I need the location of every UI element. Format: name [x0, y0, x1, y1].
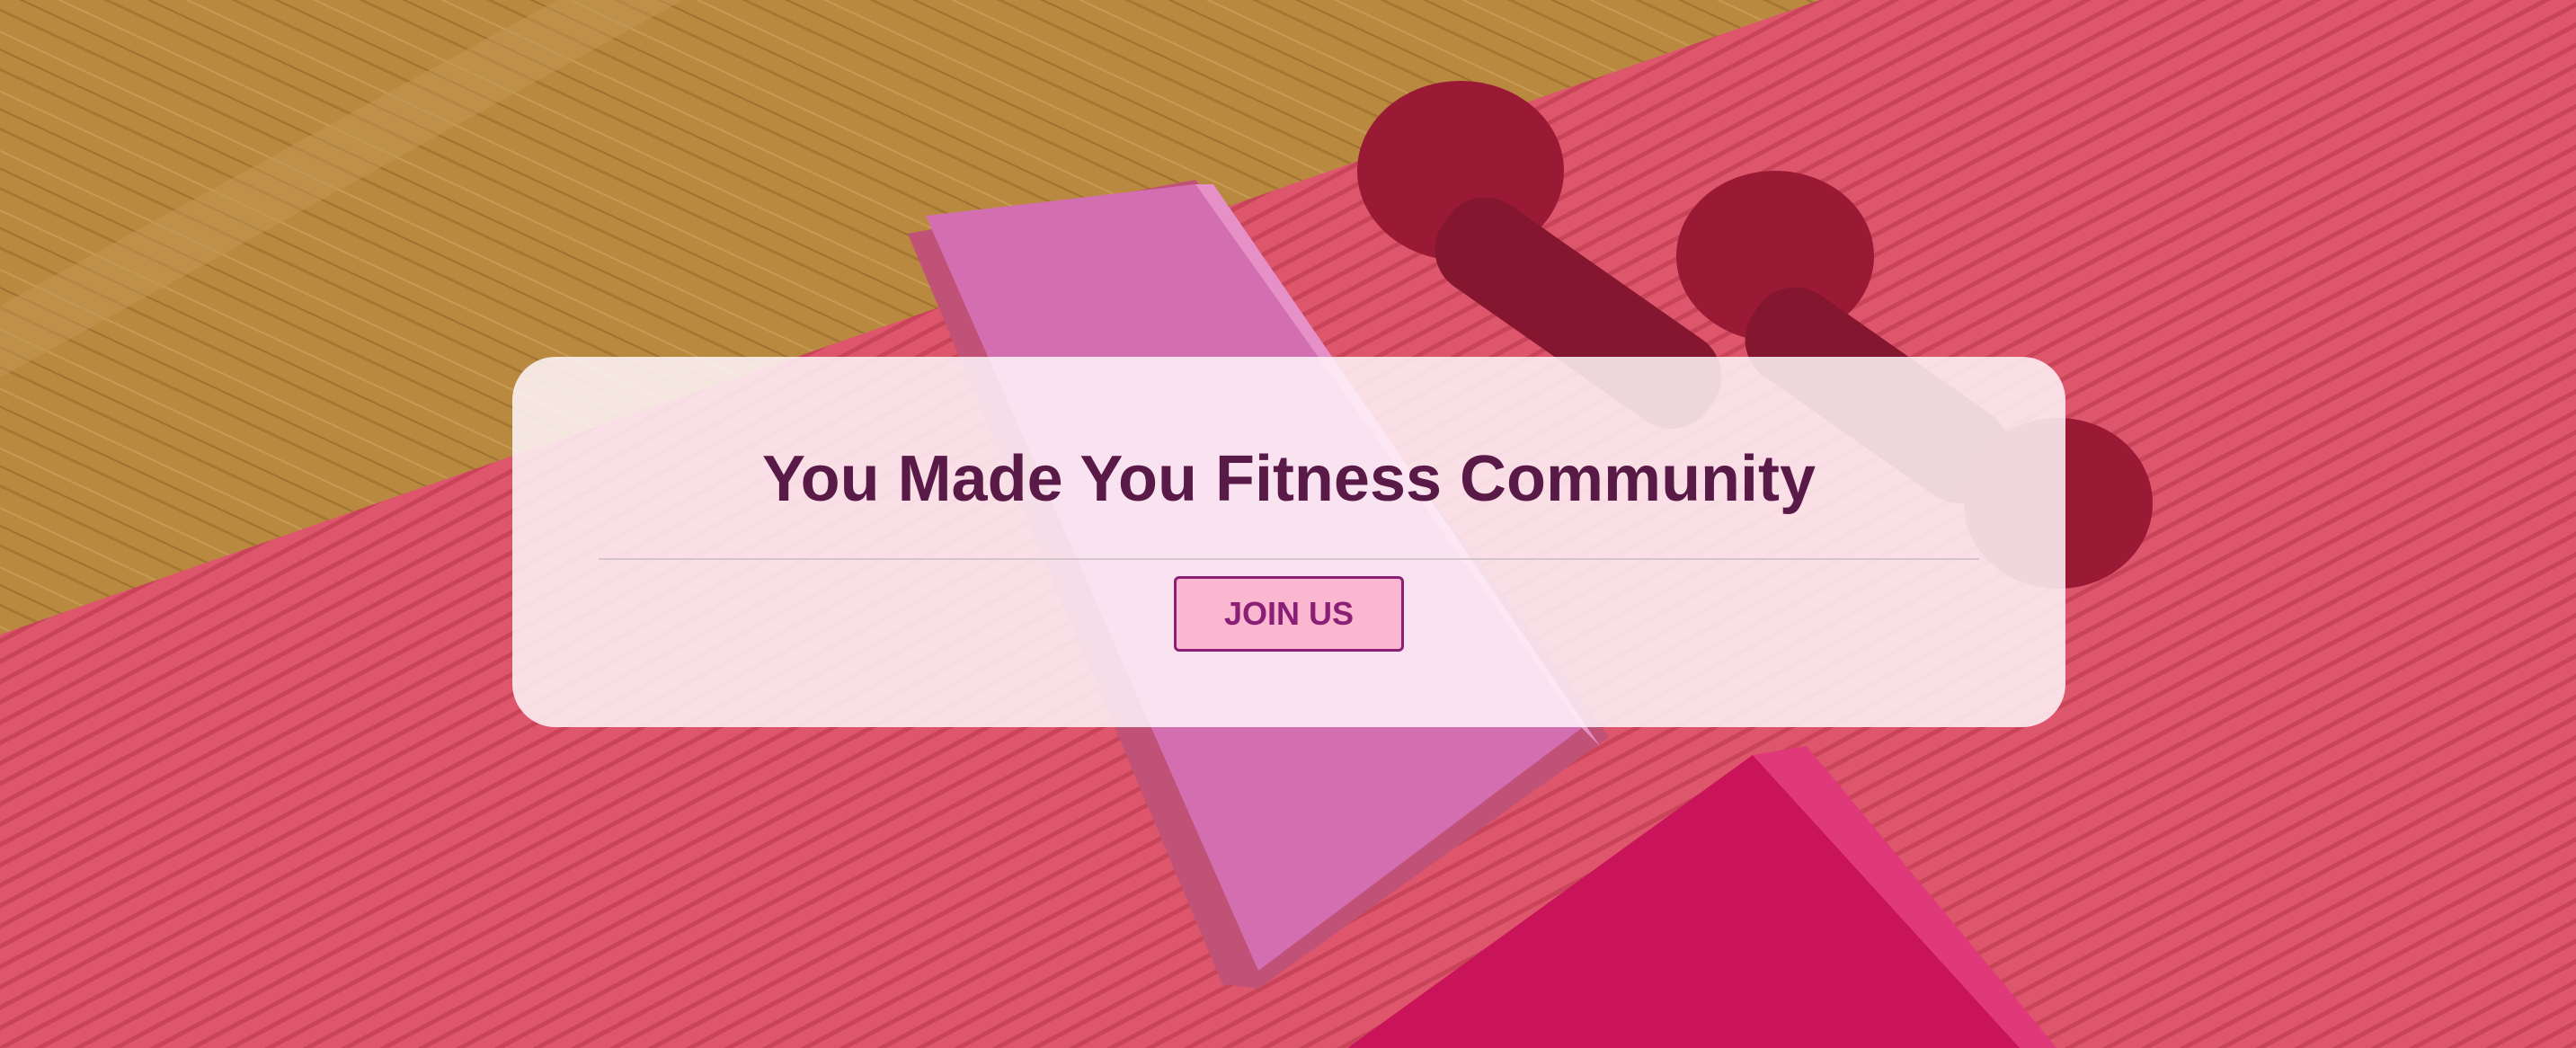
card-divider	[599, 558, 1979, 560]
hero-card: You Made You Fitness Community JOIN US	[512, 357, 2065, 727]
hero-title: You Made You Fitness Community	[761, 443, 1817, 515]
join-us-button[interactable]: JOIN US	[1174, 576, 1404, 652]
hero-section: You Made You Fitness Community JOIN US	[0, 0, 2576, 1048]
